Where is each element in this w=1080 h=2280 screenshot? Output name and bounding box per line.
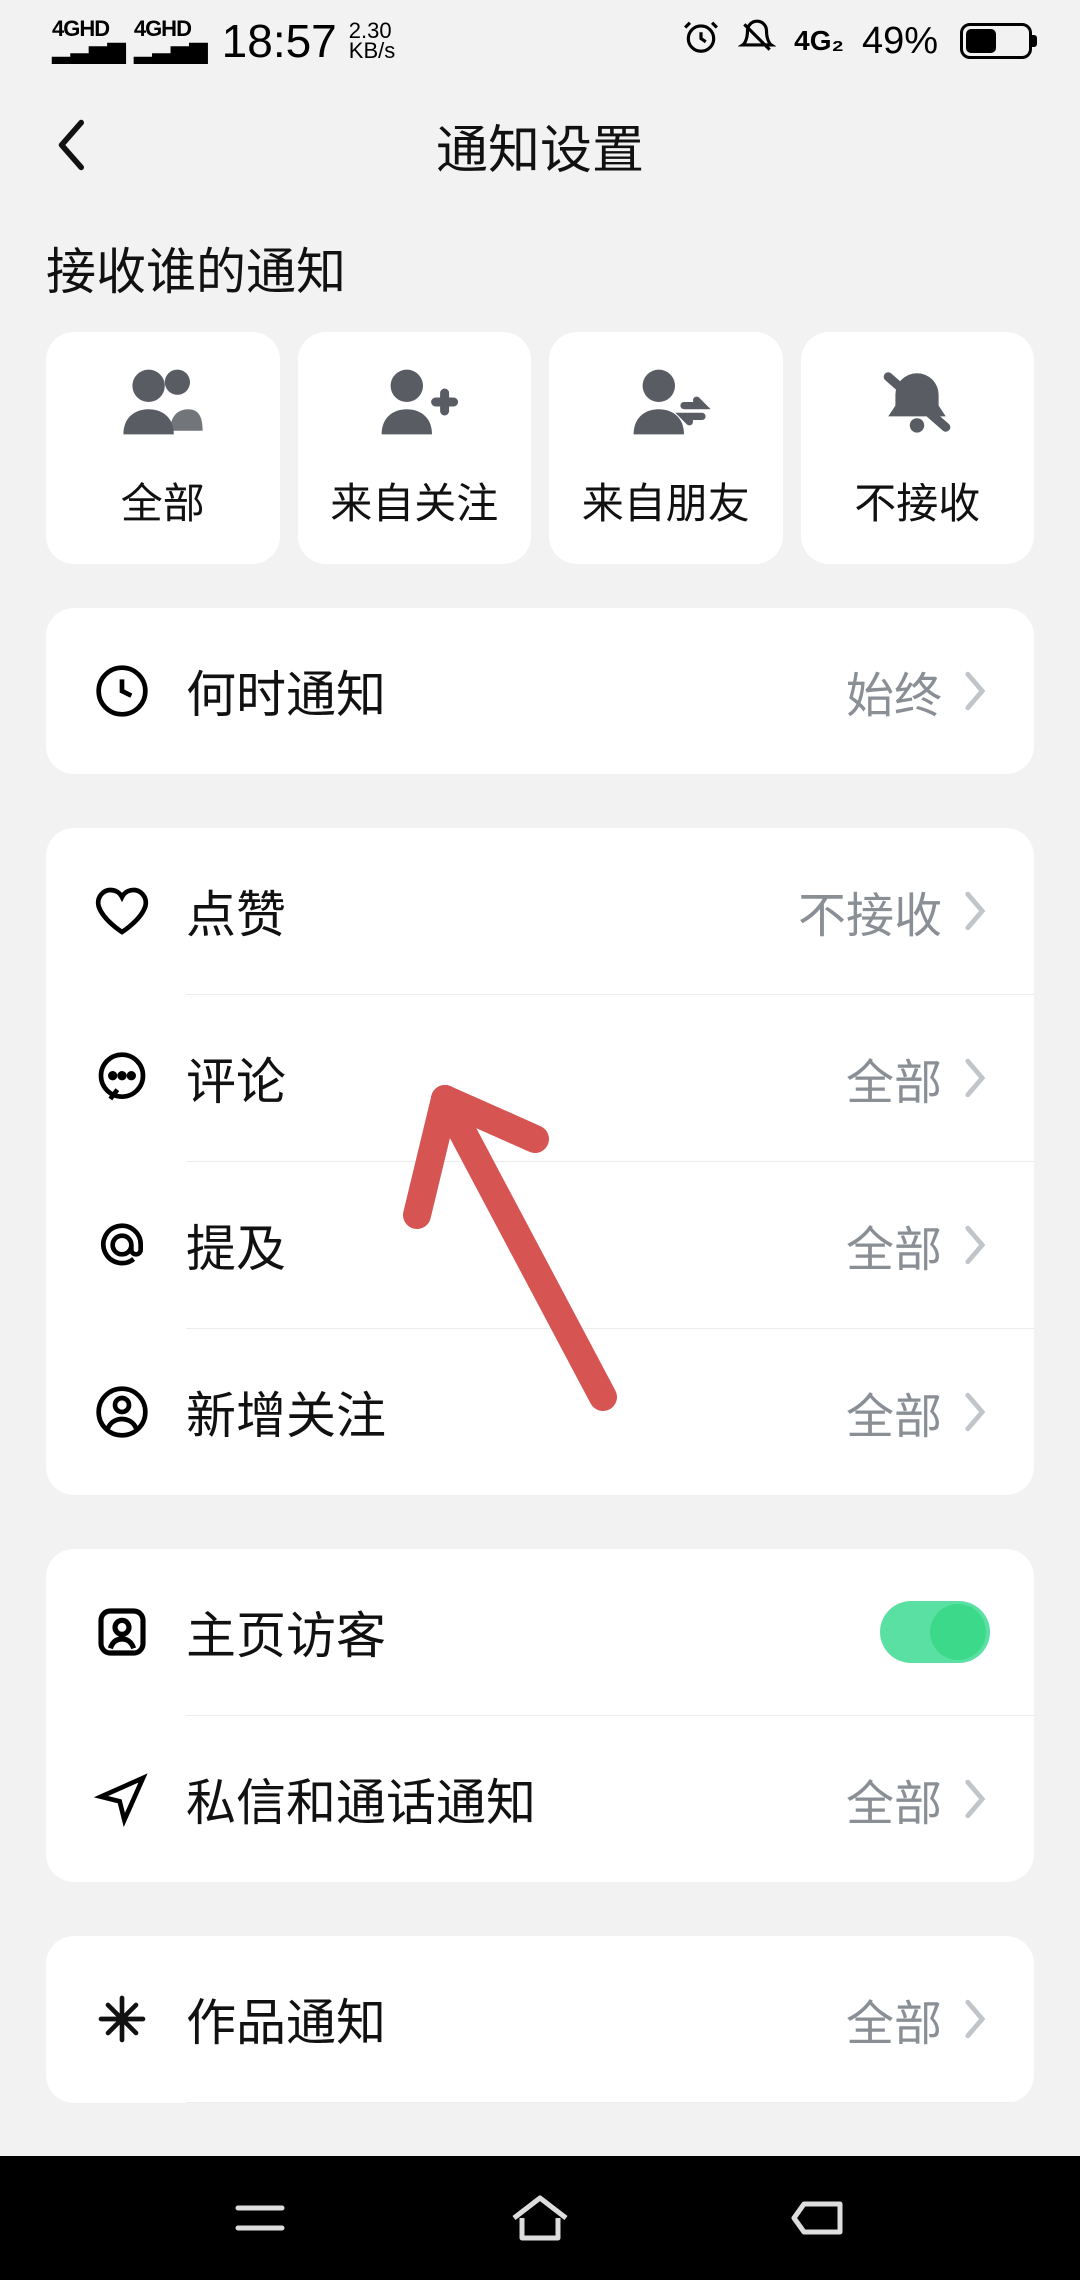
row-label: 提及 [186, 1209, 846, 1281]
row-comment[interactable]: 评论 全部 [46, 995, 1034, 1161]
signal-2: 4GHD ▂▃▅▆ [134, 19, 208, 63]
tile-label: 全部 [121, 470, 205, 531]
clock-icon [94, 663, 150, 719]
app-header: 通知设置 [0, 82, 1080, 208]
row-value: 不接收 [798, 876, 942, 946]
chevron-right-icon [960, 887, 990, 935]
card-visitor-dm: 主页访客 私信和通话通知 全部 [46, 1549, 1034, 1882]
tile-all[interactable]: 全部 [46, 332, 280, 564]
chevron-right-icon [960, 1775, 990, 1823]
at-icon [94, 1217, 150, 1273]
sparkle-icon [94, 1991, 150, 2047]
row-value: 全部 [846, 1210, 942, 1280]
send-icon [94, 1771, 150, 1827]
row-mention[interactable]: 提及 全部 [46, 1162, 1034, 1328]
battery-icon [960, 23, 1032, 59]
row-visitors[interactable]: 主页访客 [46, 1549, 1034, 1715]
bell-mute-icon [738, 18, 776, 65]
nav-back[interactable] [780, 2188, 860, 2248]
people-icon [118, 366, 208, 446]
chevron-right-icon [960, 667, 990, 715]
row-label: 私信和通话通知 [186, 1763, 846, 1835]
battery-percent: 49% [862, 20, 938, 63]
profile-square-icon [94, 1604, 150, 1660]
status-bar: 4GHD ▂▃▅▆ 4GHD ▂▃▅▆ 18:57 2.30 KB/s 4G₂ … [0, 0, 1080, 82]
row-like[interactable]: 点赞 不接收 [46, 828, 1034, 994]
row-label: 主页访客 [186, 1596, 880, 1668]
row-works[interactable]: 作品通知 全部 [46, 1936, 1034, 2102]
card-when: 何时通知 始终 [46, 608, 1034, 774]
heart-icon [94, 883, 150, 939]
person-circle-icon [94, 1384, 150, 1440]
tile-following[interactable]: 来自关注 [298, 332, 532, 564]
chevron-right-icon [960, 1054, 990, 1102]
chevron-right-icon [960, 1388, 990, 1436]
tile-label: 不接收 [854, 470, 980, 531]
person-transfer-icon [621, 366, 711, 446]
tile-friends[interactable]: 来自朋友 [549, 332, 783, 564]
chevron-left-icon [52, 117, 88, 173]
system-nav-bar [0, 2156, 1080, 2280]
bell-off-icon [872, 366, 962, 446]
row-new-follow[interactable]: 新增关注 全部 [46, 1329, 1034, 1495]
row-value: 全部 [846, 1984, 942, 2054]
chevron-right-icon [960, 1995, 990, 2043]
row-label: 新增关注 [186, 1376, 846, 1448]
row-value: 全部 [846, 1764, 942, 1834]
person-plus-icon [369, 366, 459, 446]
row-label: 评论 [186, 1042, 846, 1114]
signal-1: 4GHD ▂▃▅▆ [52, 19, 126, 63]
tile-label: 来自关注 [330, 470, 498, 531]
visitors-toggle[interactable] [880, 1601, 990, 1663]
tile-none[interactable]: 不接收 [801, 332, 1035, 564]
card-interactions: 点赞 不接收 评论 全部 提及 全部 新增关注 全部 [46, 828, 1034, 1495]
back-button[interactable] [40, 115, 100, 175]
row-dm[interactable]: 私信和通话通知 全部 [46, 1716, 1034, 1882]
receive-from-tiles: 全部 来自关注 来自朋友 不接收 [0, 332, 1080, 608]
nav-home[interactable] [500, 2188, 580, 2248]
row-when[interactable]: 何时通知 始终 [46, 608, 1034, 774]
row-label: 何时通知 [186, 655, 846, 727]
chevron-right-icon [960, 1221, 990, 1269]
nav-recents[interactable] [220, 2188, 300, 2248]
page-title: 通知设置 [0, 108, 1080, 183]
row-label: 作品通知 [186, 1983, 846, 2055]
card-works: 作品通知 全部 [46, 1936, 1034, 2103]
row-value: 始终 [846, 656, 942, 726]
tile-label: 来自朋友 [582, 470, 750, 531]
alarm-icon [682, 18, 720, 65]
section-title: 接收谁的通知 [0, 208, 1080, 332]
net-speed: 2.30 KB/s [349, 21, 395, 61]
comment-icon [94, 1050, 150, 1106]
network-label: 4G₂ [794, 25, 844, 57]
row-value: 全部 [846, 1043, 942, 1113]
clock-time: 18:57 [222, 14, 337, 68]
row-value: 全部 [846, 1377, 942, 1447]
row-label: 点赞 [186, 875, 798, 947]
